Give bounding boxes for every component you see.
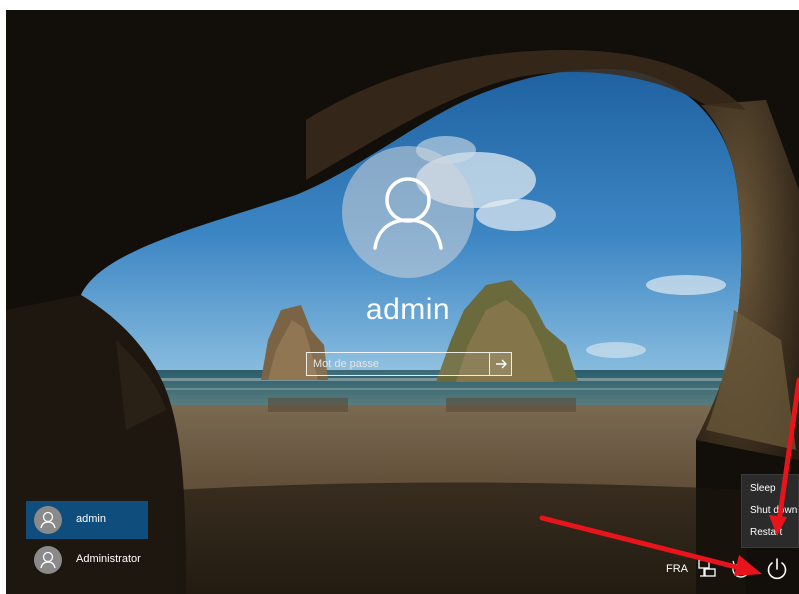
user-item-label: Administrator — [76, 553, 141, 565]
menu-item-shut-down[interactable]: Shut down — [742, 500, 799, 522]
power-icon[interactable] — [762, 554, 792, 584]
user-silhouette-icon — [373, 177, 443, 250]
menu-item-restart[interactable]: Restart — [742, 522, 799, 544]
network-icon[interactable] — [696, 558, 718, 580]
lock-screen: admin admin Administrator Sleep Shut dow… — [6, 10, 799, 594]
user-avatar-small — [34, 546, 62, 574]
username-label: admin — [365, 293, 451, 326]
language-indicator[interactable]: FRA — [666, 563, 688, 575]
user-item-label: admin — [76, 513, 106, 525]
menu-item-sleep[interactable]: Sleep — [742, 478, 799, 500]
ease-of-access-icon[interactable] — [730, 558, 752, 580]
power-menu: Sleep Shut down Restart — [741, 474, 799, 548]
password-input[interactable] — [306, 352, 490, 376]
user-item-admin[interactable]: admin — [26, 501, 148, 539]
user-silhouette-icon — [40, 511, 56, 529]
arrow-right-icon — [495, 359, 507, 369]
user-item-administrator[interactable]: Administrator — [26, 541, 148, 579]
user-avatar — [342, 146, 474, 278]
submit-button[interactable] — [490, 352, 512, 376]
password-row — [306, 352, 512, 376]
user-silhouette-icon — [40, 551, 56, 569]
user-avatar-small — [34, 506, 62, 534]
